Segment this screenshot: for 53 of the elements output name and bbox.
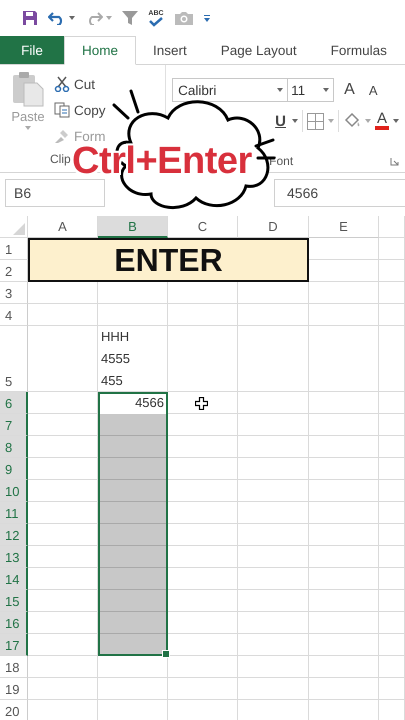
row-header[interactable]: 16: [0, 612, 28, 634]
cursor-cross-icon: [195, 396, 208, 410]
row-header[interactable]: 17: [0, 634, 28, 656]
customize-caret-icon[interactable]: [204, 14, 210, 22]
row-header[interactable]: 11: [0, 502, 28, 524]
grow-font-button[interactable]: A: [340, 81, 359, 99]
row-header[interactable]: 12: [0, 524, 28, 546]
caret-icon: [393, 119, 399, 123]
save-icon[interactable]: [22, 10, 38, 26]
row-header[interactable]: 10: [0, 480, 28, 502]
row-header[interactable]: 8: [0, 436, 28, 458]
ribbon-tab[interactable]: Insert: [136, 36, 204, 64]
font-size-field[interactable]: 11: [288, 78, 334, 102]
paintbrush-icon: [54, 128, 70, 144]
camera-icon[interactable]: [174, 10, 194, 26]
row-header[interactable]: 13: [0, 546, 28, 568]
table-cell-text: HHH 4555 455: [100, 328, 130, 390]
filter-icon[interactable]: [122, 10, 138, 26]
ribbon-tab[interactable]: Page Layout: [204, 36, 314, 64]
fill-handle[interactable]: [162, 650, 170, 658]
clipboard-icon: [12, 71, 44, 107]
row-header[interactable]: 15: [0, 590, 28, 612]
paint-bucket-icon[interactable]: [342, 113, 361, 129]
ribbon-tab[interactable]: Formulas: [314, 36, 404, 64]
title-banner: ENTER: [28, 238, 309, 282]
caret-icon: [328, 119, 334, 123]
caret-icon: [323, 88, 330, 92]
caret-icon: [292, 119, 298, 123]
caret-icon: [69, 16, 75, 20]
borders-icon[interactable]: [306, 112, 324, 130]
formula-field[interactable]: 4566: [274, 179, 405, 207]
font-color-button[interactable]: A: [374, 112, 389, 130]
caret-icon: [277, 88, 284, 92]
column-header[interactable]: B: [98, 216, 168, 238]
scissors-icon: [54, 76, 70, 92]
caret-icon: [106, 16, 112, 20]
underline-button[interactable]: U: [273, 112, 288, 130]
dialog-launcher-icon[interactable]: [390, 156, 399, 166]
file-tab[interactable]: File: [0, 36, 64, 64]
copy-icon: [54, 102, 70, 118]
caret-icon: [25, 126, 31, 130]
row-header[interactable]: 9: [0, 458, 28, 480]
row-header[interactable]: 6: [0, 392, 28, 414]
shrink-font-button[interactable]: A: [364, 82, 382, 98]
font-name-field[interactable]: Calibri: [172, 78, 288, 102]
copy-button[interactable]: Copy: [54, 98, 106, 122]
name-box[interactable]: B6: [5, 179, 105, 207]
row-header[interactable]: 7: [0, 414, 28, 436]
ribbon-tab[interactable]: Home: [64, 36, 136, 65]
cut-button[interactable]: Cut: [54, 72, 96, 96]
group-label: Clip: [50, 151, 71, 168]
row-header[interactable]: 14: [0, 568, 28, 590]
caret-icon: [364, 119, 371, 123]
